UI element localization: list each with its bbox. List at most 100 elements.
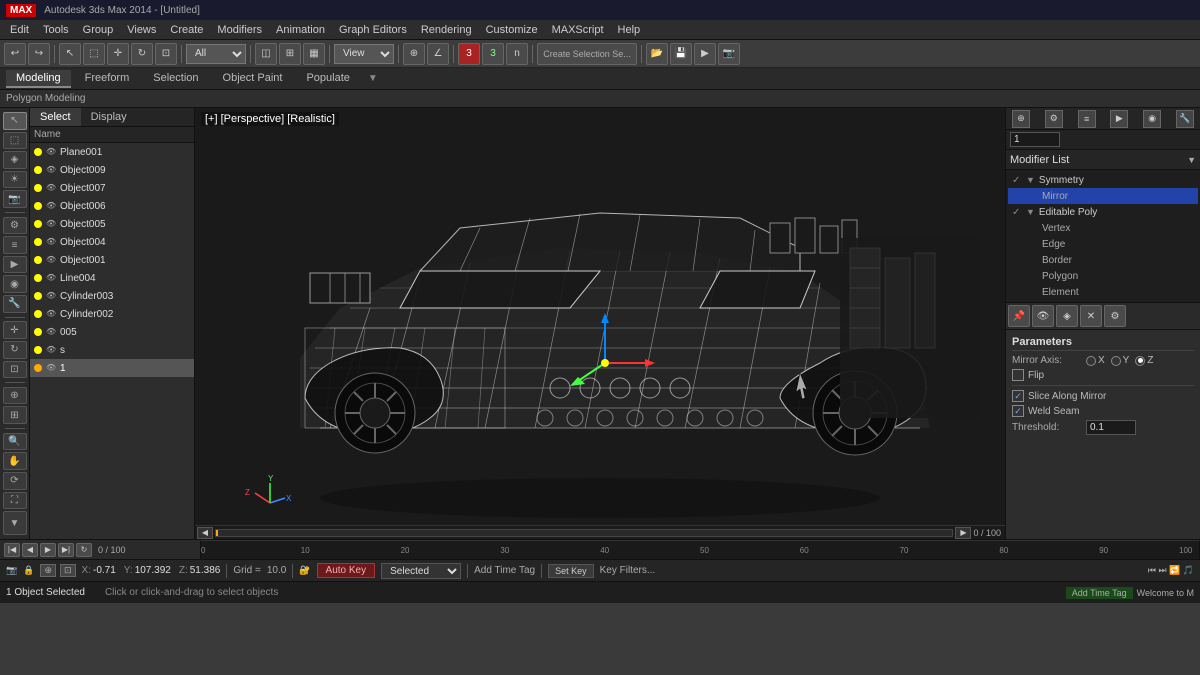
show-result-btn[interactable]: 👁 [1032, 305, 1054, 327]
weld-checkbox[interactable]: Weld Seam [1012, 405, 1080, 417]
scene-item[interactable]: 👁 005 [30, 323, 194, 341]
threshold-input[interactable] [1086, 420, 1136, 435]
key-2[interactable]: 3 [482, 43, 504, 65]
left-icon-move[interactable]: ✛ [3, 321, 27, 339]
left-icon-bottom[interactable]: ▼ [3, 511, 27, 535]
object-id-input[interactable] [1010, 132, 1060, 147]
menu-maxscript[interactable]: MAXScript [546, 22, 610, 38]
key-3[interactable]: n [506, 43, 528, 65]
scene-item[interactable]: 👁 Object007 [30, 179, 194, 197]
tl-prev-btn[interactable]: |◀ [4, 543, 20, 557]
scene-item[interactable]: 👁 Object001 [30, 251, 194, 269]
ribbon-tab-populate[interactable]: Populate [296, 70, 359, 88]
left-icon-rotate[interactable]: ↻ [3, 341, 27, 359]
scene-tab-select[interactable]: Select [30, 108, 81, 126]
render-button[interactable]: ▶ [694, 43, 716, 65]
timeline-next-btn[interactable]: ▶ [955, 527, 971, 539]
tl-loop-btn[interactable]: ↻ [76, 543, 92, 557]
left-icon-motion[interactable]: ▶ [3, 256, 27, 274]
left-icon-hierarchy[interactable]: ≡ [3, 236, 27, 254]
scene-item[interactable]: 👁 Object009 [30, 161, 194, 179]
viewport-mode-dropdown[interactable]: View [334, 44, 394, 64]
scene-item[interactable]: 👁 Object006 [30, 197, 194, 215]
set-key-button[interactable]: Set Key [548, 564, 594, 578]
ribbon-tab-object-paint[interactable]: Object Paint [213, 70, 293, 88]
mod-border[interactable]: Border [1008, 252, 1198, 268]
scene-tab-display[interactable]: Display [81, 108, 137, 126]
viewport[interactable]: [+] [Perspective] [Realistic] [195, 108, 1005, 539]
scale-button[interactable]: ⊡ [155, 43, 177, 65]
scene-item[interactable]: 👁 Cylinder002 [30, 305, 194, 323]
rp-icon-motion[interactable]: ▶ [1110, 110, 1128, 128]
key-mode-dropdown[interactable]: Selected [381, 563, 461, 579]
menu-views[interactable]: Views [121, 22, 162, 38]
save-button[interactable]: 💾 [670, 43, 692, 65]
menu-customize[interactable]: Customize [480, 22, 544, 38]
menu-modifiers[interactable]: Modifiers [211, 22, 268, 38]
scene-item[interactable]: 👁 Line004 [30, 269, 194, 287]
key-1[interactable]: 3 [458, 43, 480, 65]
axis-y-radio[interactable]: Y [1111, 355, 1130, 366]
mod-edge[interactable]: Edge [1008, 236, 1198, 252]
tl-next-btn[interactable]: ▶| [58, 543, 74, 557]
scene-item[interactable]: 👁 Object005 [30, 215, 194, 233]
left-icon-modify[interactable]: ⚙ [3, 217, 27, 235]
mod-polygon[interactable]: Polygon [1008, 268, 1198, 284]
left-icon-light[interactable]: ☀ [3, 171, 27, 189]
camera-button[interactable]: 📷 [718, 43, 740, 65]
ribbon-tab-selection[interactable]: Selection [143, 70, 208, 88]
mod-editable-poly[interactable]: ✓ ▼ Editable Poly [1008, 204, 1198, 220]
move-button[interactable]: ✛ [107, 43, 129, 65]
left-icon-select[interactable]: ↖ [3, 112, 27, 130]
axis-x-radio[interactable]: X [1086, 355, 1105, 366]
mod-vertex[interactable]: Vertex [1008, 220, 1198, 236]
left-icon-utilities[interactable]: 🔧 [3, 295, 27, 313]
mod-element[interactable]: Element [1008, 284, 1198, 300]
menu-group[interactable]: Group [77, 22, 120, 38]
rp-icon-utilities[interactable]: 🔧 [1176, 110, 1194, 128]
rotate-button[interactable]: ↻ [131, 43, 153, 65]
ribbon-tab-freeform[interactable]: Freeform [75, 70, 140, 88]
menu-animation[interactable]: Animation [270, 22, 331, 38]
slice-checkbox[interactable]: Slice Along Mirror [1012, 390, 1106, 402]
undo-button[interactable]: ↩ [4, 43, 26, 65]
mirror-button[interactable]: ◫ [255, 43, 277, 65]
select-button[interactable]: ↖ [59, 43, 81, 65]
menu-help[interactable]: Help [612, 22, 647, 38]
add-time-tag-btn[interactable]: Add Time Tag [1066, 587, 1133, 599]
left-icon-camera[interactable]: 📷 [3, 190, 27, 208]
mod-mirror[interactable]: Mirror [1008, 188, 1198, 204]
left-icon-arc[interactable]: ⟳ [3, 472, 27, 490]
flip-checkbox[interactable]: Flip [1012, 369, 1044, 381]
axis-z-radio[interactable]: Z [1135, 355, 1153, 366]
left-icon-align[interactable]: ⊞ [3, 406, 27, 424]
menu-graph-editors[interactable]: Graph Editors [333, 22, 413, 38]
snap-button[interactable]: ⊕ [403, 43, 425, 65]
select-region-button[interactable]: ⬚ [83, 43, 105, 65]
left-icon-maximize[interactable]: ⛶ [3, 492, 27, 510]
left-icon-zoom[interactable]: 🔍 [3, 433, 27, 451]
scene-item[interactable]: 👁 Cylinder003 [30, 287, 194, 305]
rp-icon-hierarchy[interactable]: ≡ [1078, 110, 1096, 128]
left-icon-pan[interactable]: ✋ [3, 452, 27, 470]
left-icon-shape[interactable]: ⬚ [3, 132, 27, 150]
scene-item[interactable]: 👁 Object004 [30, 233, 194, 251]
rp-icon-modify[interactable]: ⚙ [1045, 110, 1063, 128]
modifier-dropdown-arrow[interactable]: ▼ [1187, 155, 1196, 165]
open-button[interactable]: 📂 [646, 43, 668, 65]
menu-edit[interactable]: Edit [4, 22, 35, 38]
rp-icon-create[interactable]: ⊕ [1012, 110, 1030, 128]
auto-key-button[interactable]: Auto Key [317, 563, 376, 578]
selection-filter-dropdown[interactable]: All [186, 44, 246, 64]
ribbon-tab-modeling[interactable]: Modeling [6, 70, 71, 88]
tl-back-btn[interactable]: ◀ [22, 543, 38, 557]
remove-mod-btn[interactable]: ✕ [1080, 305, 1102, 327]
timeline-prev-btn[interactable]: ◀ [197, 527, 213, 539]
menu-rendering[interactable]: Rendering [415, 22, 478, 38]
redo-button[interactable]: ↪ [28, 43, 50, 65]
scene-item[interactable]: 👁 s [30, 341, 194, 359]
timeline-scrub[interactable] [215, 529, 953, 537]
menu-tools[interactable]: Tools [37, 22, 75, 38]
mod-symmetry[interactable]: ✓ ▼ Symmetry [1008, 172, 1198, 188]
configure-mod-btn[interactable]: ⚙ [1104, 305, 1126, 327]
